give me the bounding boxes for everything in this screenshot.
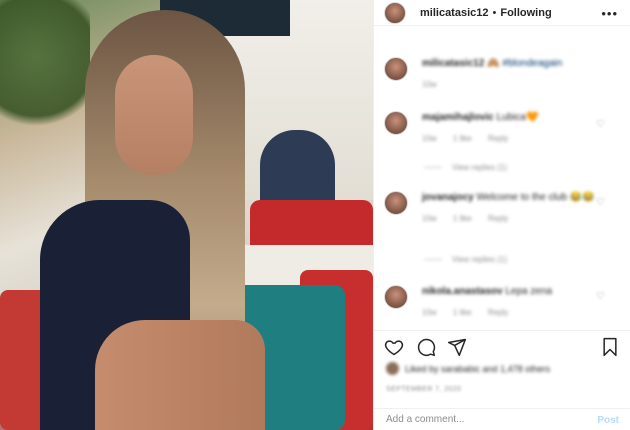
post-date: SEPTEMBER 7, 2020 [386,386,462,393]
comment-text: Lepa zena [505,286,553,297]
reply-button[interactable]: Reply [488,214,508,223]
comment-heart-icon[interactable]: ♡ [596,119,605,130]
view-replies-button[interactable]: View replies (1) [424,255,507,264]
caption-comment: milicatasic12 🙈 #blondeagain 10w [384,57,621,89]
subject-arm [95,320,265,430]
post-side-panel: milicatasic12 • Following ••• milicatasi… [373,0,630,430]
comment-item: nikola.anastasov Lepa zena 10w 1 like Re… [384,285,621,317]
following-button[interactable]: Following [500,7,551,19]
comment-text: Welcome to the club 😂😂 [476,192,595,203]
comment-time: 10w [422,134,437,143]
subject-face [115,55,193,175]
comment-item: majamihajlovic Lubica🧡 10w 1 like Reply [384,111,621,143]
comment-heart-icon[interactable]: ♡ [596,197,605,208]
reply-button[interactable]: Reply [488,134,508,143]
comment-username[interactable]: majamihajlovic [422,112,494,123]
comment-username[interactable]: nikola.anastasov [422,286,503,297]
likes-text[interactable]: Liked by sarababic and 1,478 others [405,364,550,374]
heart-icon[interactable] [383,336,405,358]
add-comment-bar: Post [374,408,630,430]
separator-dot: • [492,6,497,19]
comment-item: jovanajocy Welcome to the club 😂😂 10w 1 … [384,191,621,223]
more-horizontal-icon[interactable]: ••• [601,6,618,21]
comment-likes[interactable]: 1 like [453,214,472,223]
avatar[interactable] [384,57,408,81]
comment-time: 10w [422,80,437,89]
avatar[interactable] [384,111,408,135]
post-photo[interactable] [0,0,373,430]
share-icon[interactable] [446,336,468,358]
comment-heart-icon[interactable]: ♡ [596,291,605,302]
action-bar [374,330,630,360]
comments-list[interactable]: milicatasic12 🙈 #blondeagain 10w majamih… [374,45,630,330]
comment-text: Lubica🧡 [496,112,539,123]
comment-username[interactable]: jovanajocy [422,192,474,203]
avatar[interactable] [384,1,406,24]
avatar[interactable] [384,191,408,215]
comment-time: 10w [422,308,437,317]
post-header: milicatasic12 • Following ••• [374,0,630,26]
comment-text: 🙈 #blondeagain [487,58,563,69]
post-username[interactable]: milicatasic12 [420,7,489,19]
bookmark-icon[interactable] [599,336,621,358]
comment-username[interactable]: milicatasic12 [422,58,484,69]
comment-likes[interactable]: 1 like [453,308,472,317]
comment-time: 10w [422,214,437,223]
post-button[interactable]: Post [597,415,619,426]
reply-button[interactable]: Reply [488,308,508,317]
likes-summary[interactable]: Liked by sarababic and 1,478 others [386,362,550,375]
avatar[interactable] [384,285,408,309]
view-replies-button[interactable]: View replies (1) [424,163,507,172]
comment-likes[interactable]: 1 like [453,134,472,143]
background-plant [0,0,90,140]
comment-input[interactable] [386,414,566,425]
avatar [386,362,399,375]
comment-icon[interactable] [415,336,437,358]
